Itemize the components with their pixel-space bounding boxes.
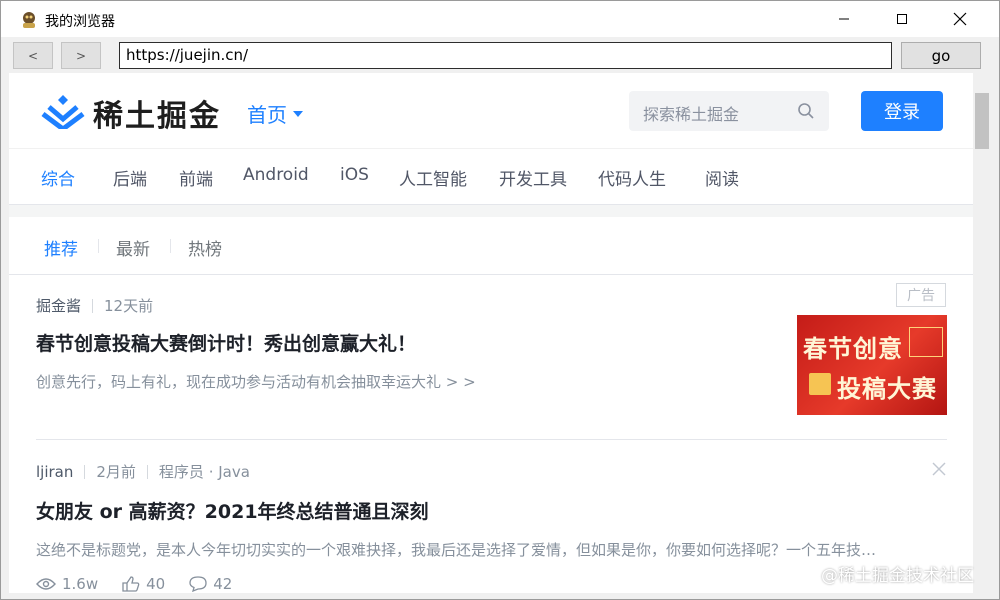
page-viewport: 稀土掘金 首页 探索稀土掘金 登录 综合 后端 前端 Android iOS 人… xyxy=(9,73,973,593)
likes-count: 40 xyxy=(146,575,166,593)
tab-recommended[interactable]: 推荐 xyxy=(44,235,78,260)
entry-stats: 1.6w 40 42 xyxy=(36,575,232,593)
home-menu[interactable]: 首页 xyxy=(247,99,303,128)
maximize-button[interactable] xyxy=(879,1,925,37)
category-item[interactable]: 综合 xyxy=(41,165,75,190)
category-item[interactable]: Android xyxy=(243,165,309,185)
chevron-down-icon xyxy=(293,110,303,117)
gift-icon xyxy=(809,373,831,395)
address-input[interactable]: https://juejin.cn/ xyxy=(119,42,892,69)
entry-divider xyxy=(36,439,947,440)
vertical-scrollbar[interactable] xyxy=(973,73,991,593)
views-count: 1.6w xyxy=(62,575,99,593)
comments-stat[interactable]: 42 xyxy=(189,575,232,593)
ad-image-decoration xyxy=(909,327,943,357)
ad-image-text: 春节创意 xyxy=(803,335,903,363)
list-item[interactable]: ljiran 2月前 程序员 · Java 女朋友 or 高薪资？2021年终总… xyxy=(36,461,947,593)
author-name[interactable]: 掘金酱 xyxy=(36,295,81,316)
meta-divider xyxy=(84,464,86,479)
search-input[interactable]: 探索稀土掘金 xyxy=(629,91,829,131)
entry-meta: 掘金酱 12天前 xyxy=(36,295,153,316)
feed-tabs: 推荐 最新 热榜 xyxy=(9,217,973,275)
login-button[interactable]: 登录 xyxy=(861,91,943,131)
home-menu-label: 首页 xyxy=(247,103,287,127)
app-icon xyxy=(23,12,35,28)
meta-divider xyxy=(146,464,148,479)
ad-image-text: 投稿大赛 xyxy=(837,375,937,403)
search-placeholder: 探索稀土掘金 xyxy=(643,105,740,124)
close-icon xyxy=(953,12,967,26)
category-item[interactable]: 后端 xyxy=(113,165,147,190)
category-item[interactable]: 前端 xyxy=(179,165,213,190)
likes-stat[interactable]: 40 xyxy=(122,575,165,593)
maximize-icon xyxy=(897,14,907,24)
eye-icon xyxy=(36,578,56,590)
window-title: 我的浏览器 xyxy=(45,14,115,30)
category-item[interactable]: 阅读 xyxy=(705,165,739,190)
category-item[interactable]: 人工智能 xyxy=(399,165,467,190)
ad-badge: 广告 xyxy=(896,283,946,307)
post-time: 2月前 xyxy=(96,463,136,481)
title-bar: 我的浏览器 xyxy=(1,1,999,37)
category-nav: 综合 后端 前端 Android iOS 人工智能 开发工具 代码人生 阅读 xyxy=(9,149,973,205)
meta-divider xyxy=(92,298,94,313)
list-item[interactable]: 掘金酱 12天前 广告 春节创意投稿大赛倒计时！秀出创意赢大礼！ 创意先行，码上… xyxy=(36,283,947,425)
category-item[interactable]: 开发工具 xyxy=(499,165,567,190)
scrollbar-thumb[interactable] xyxy=(975,93,989,149)
feed-list: 推荐 最新 热榜 掘金酱 12天前 广告 春节创意投稿大赛倒计时！秀出创意赢大礼… xyxy=(9,217,973,593)
logo-text[interactable]: 稀土掘金 xyxy=(93,91,221,135)
search-icon[interactable] xyxy=(797,102,815,120)
minimize-button[interactable] xyxy=(821,1,867,37)
juejin-logo-icon[interactable] xyxy=(41,93,85,129)
views-stat: 1.6w xyxy=(36,575,98,593)
author-name[interactable]: ljiran xyxy=(36,463,73,481)
entry-meta: ljiran 2月前 程序员 · Java xyxy=(36,461,250,482)
post-tags[interactable]: 程序员 · Java xyxy=(159,461,250,482)
entry-title[interactable]: 女朋友 or 高薪资？2021年终总结普通且深刻 xyxy=(36,497,429,524)
minimize-icon xyxy=(839,18,849,20)
tab-divider xyxy=(170,239,171,253)
category-item[interactable]: iOS xyxy=(340,165,369,185)
go-button[interactable]: go xyxy=(901,42,981,69)
site-header: 稀土掘金 首页 探索稀土掘金 登录 xyxy=(9,73,973,149)
entry-description[interactable]: 这绝不是标题党，是本人今年切切实实的一个艰难抉择，我最后还是选择了爱情，但如果是… xyxy=(36,539,947,560)
entry-title[interactable]: 春节创意投稿大赛倒计时！秀出创意赢大礼！ xyxy=(36,329,416,356)
thumbs-up-icon xyxy=(122,576,140,592)
forward-button[interactable]: > xyxy=(61,42,101,69)
close-icon[interactable] xyxy=(931,461,947,477)
close-button[interactable] xyxy=(937,1,983,37)
category-item[interactable]: 代码人生 xyxy=(598,165,666,190)
browser-window: 我的浏览器 < > https://juejin.cn/ go 稀土掘金 首页 xyxy=(0,0,1000,600)
tab-hot[interactable]: 热榜 xyxy=(188,235,222,260)
back-button[interactable]: < xyxy=(13,42,53,69)
post-time: 12天前 xyxy=(104,297,154,315)
tab-latest[interactable]: 最新 xyxy=(116,235,150,260)
watermark: @稀土掘金技术社区 xyxy=(821,566,974,586)
navigation-bar: < > https://juejin.cn/ go xyxy=(1,37,999,73)
comments-count: 42 xyxy=(213,575,233,593)
ad-thumbnail[interactable]: 春节创意 投稿大赛 xyxy=(797,315,947,415)
tab-divider xyxy=(98,239,99,253)
comment-icon xyxy=(189,576,207,592)
entry-description[interactable]: 创意先行，码上有礼，现在成功参与活动有机会抽取幸运大礼 > > xyxy=(36,371,756,392)
